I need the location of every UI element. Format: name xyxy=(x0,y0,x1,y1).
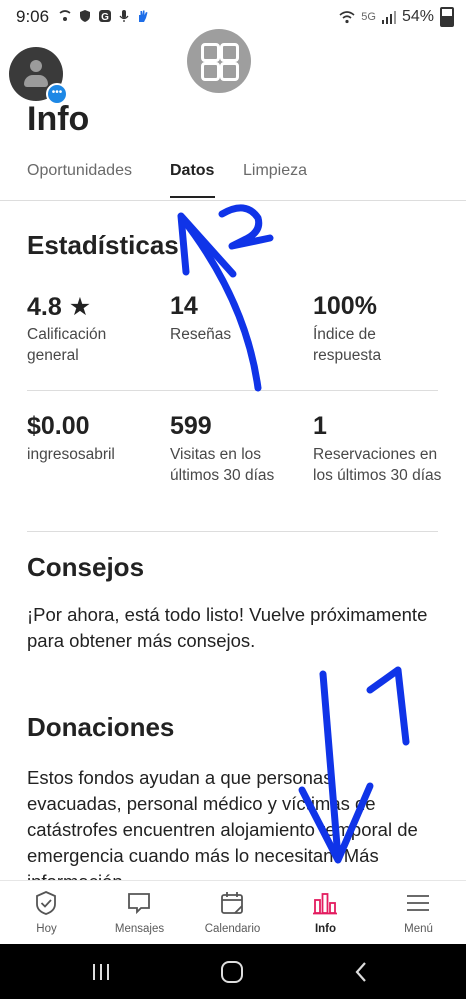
stat-label: Visitas en los últimos 30 días xyxy=(170,446,275,484)
stat-label: ingresosabril xyxy=(27,446,115,463)
wifi-icon xyxy=(339,11,355,24)
stat-label: Calificación general xyxy=(27,326,107,364)
wifi-call-icon xyxy=(59,10,71,21)
status-right: 5G 54% xyxy=(339,7,454,27)
stat-value: 4.8 ★ xyxy=(27,293,92,321)
nav-label: Info xyxy=(314,923,337,935)
network-type: 5G xyxy=(361,11,376,23)
arrow-up-head-annotation xyxy=(177,212,237,278)
number-two-annotation xyxy=(218,204,274,250)
stat-value: 14 xyxy=(170,292,198,320)
home-icon[interactable] xyxy=(220,960,244,984)
profile-avatar-button[interactable]: ••• xyxy=(9,47,68,105)
active-tab-indicator xyxy=(170,196,215,198)
notification-icons: G xyxy=(58,9,150,23)
stat-value: 1 xyxy=(313,412,327,440)
google-icon: G xyxy=(99,10,111,23)
bottom-nav: Hoy Mensajes Calendario Info Menú xyxy=(0,880,466,945)
person-icon-body xyxy=(24,75,48,87)
stat-value: 599 xyxy=(170,412,212,440)
bar-chart-icon xyxy=(313,893,337,915)
grid-icon-cell xyxy=(220,43,239,62)
battery-icon xyxy=(440,7,454,27)
nav-info[interactable]: Info xyxy=(279,881,372,945)
checkmark-badge-icon xyxy=(36,891,56,915)
recent-apps-icon[interactable] xyxy=(90,962,112,982)
microphone-icon xyxy=(119,10,129,22)
nav-label: Calendario xyxy=(204,923,261,935)
grid-icon-cell xyxy=(201,62,220,81)
signal-icon xyxy=(381,10,396,24)
shield-icon xyxy=(80,10,90,22)
battery-percent: 54% xyxy=(401,8,434,25)
back-icon[interactable] xyxy=(353,961,369,983)
person-icon xyxy=(30,60,42,72)
donations-text-clip: Estos fondos ayudan a que personas evacu… xyxy=(27,765,442,880)
nav-label: Menú xyxy=(404,923,433,935)
stat-value: 100% xyxy=(313,292,377,320)
tab-datos[interactable]: Datos xyxy=(170,162,214,180)
number-one-annotation xyxy=(366,666,410,746)
app-grid-button[interactable] xyxy=(187,29,251,93)
hand-icon xyxy=(139,10,148,22)
svg-text:G: G xyxy=(101,12,109,23)
stat-value: $0.00 xyxy=(27,412,90,440)
donations-text: Estos fondos ayudan a que personas evacu… xyxy=(27,767,418,880)
divider xyxy=(27,531,438,532)
donations-heading: Donaciones xyxy=(27,712,175,742)
stat-label: Índice de respuesta xyxy=(313,326,382,364)
status-time: 9:06 xyxy=(16,7,50,26)
grid-icon-cell xyxy=(220,62,239,81)
tab-limpieza[interactable]: Limpieza xyxy=(243,162,307,180)
calendar-icon xyxy=(221,892,243,914)
nav-mensajes[interactable]: Mensajes xyxy=(93,881,186,945)
stat-label: Reseñas xyxy=(170,326,232,343)
stats-heading: Estadísticas xyxy=(27,230,179,260)
nav-label: Mensajes xyxy=(114,923,165,935)
hamburger-menu-icon xyxy=(407,895,429,911)
tips-heading: Consejos xyxy=(27,552,145,582)
tab-oportunidades[interactable]: Oportunidades xyxy=(27,162,132,180)
stat-label: Reservaciones en los últimos 30 días xyxy=(313,446,442,484)
tips-text: ¡Por ahora, está todo listo! Vuelve próx… xyxy=(27,604,428,651)
nav-calendario[interactable]: Calendario xyxy=(186,881,279,945)
nav-label: Hoy xyxy=(36,923,57,935)
divider xyxy=(27,390,438,391)
system-nav-bar xyxy=(0,944,466,999)
tab-bar: Oportunidades Datos Limpieza xyxy=(0,156,466,201)
nav-hoy[interactable]: Hoy xyxy=(0,881,93,945)
status-bar: 9:06 G 5G 54% xyxy=(0,0,466,34)
chat-bubble-icon xyxy=(128,893,150,915)
grid-icon xyxy=(201,43,220,62)
nav-menu[interactable]: Menú xyxy=(372,881,465,945)
page-title: Info xyxy=(27,100,90,138)
